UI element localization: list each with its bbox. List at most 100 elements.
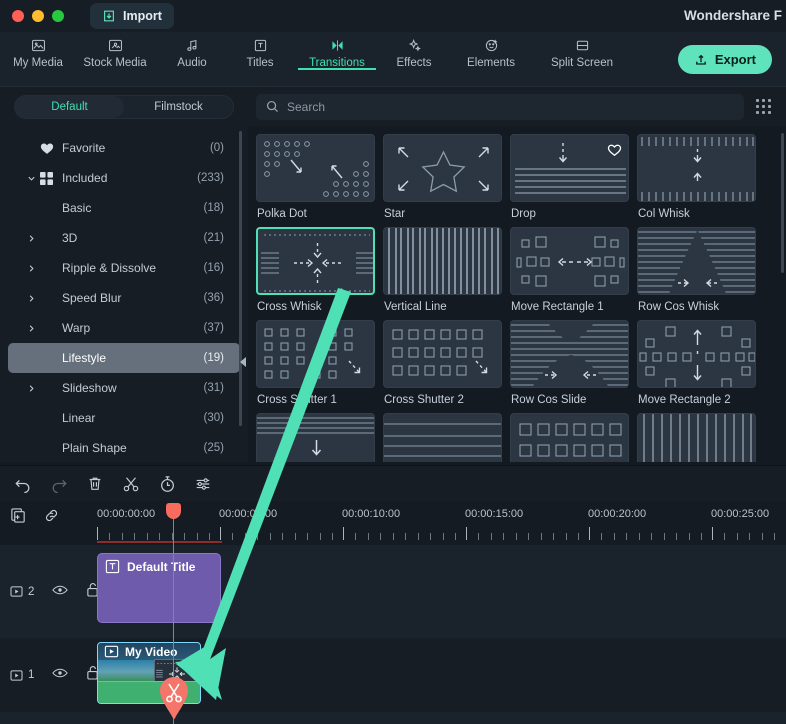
sidebar-item-basic[interactable]: Basic (18) <box>8 193 240 223</box>
transition-thumbnail[interactable] <box>510 413 629 462</box>
sidebar-item-favorite[interactable]: Favorite (0) <box>8 133 240 163</box>
grid-view-icon[interactable] <box>748 94 778 120</box>
nav-item-stock-media[interactable]: Stock Media <box>72 32 158 69</box>
nav-item-effects[interactable]: Effects <box>380 32 448 69</box>
ruler-tick <box>380 533 381 540</box>
transition-thumbnail[interactable] <box>256 134 375 202</box>
speed-button[interactable] <box>156 473 178 495</box>
track-visibility-button[interactable] <box>52 583 69 601</box>
transition-thumbnail[interactable] <box>383 134 502 202</box>
nav-item-audio[interactable]: Audio <box>158 32 226 69</box>
sidebar-item-slideshow[interactable]: Slideshow (31) <box>8 373 240 403</box>
transition-tile[interactable]: Move Rectangle 2 <box>637 320 764 406</box>
chevron-right-icon[interactable] <box>22 324 40 333</box>
export-button[interactable]: Export <box>677 45 772 74</box>
transition-thumbnail[interactable] <box>510 134 629 202</box>
delete-button[interactable] <box>84 473 106 495</box>
category-count: (37) <box>203 322 224 334</box>
transition-tile[interactable]: Star <box>383 134 510 220</box>
maximize-window-button[interactable] <box>52 10 64 22</box>
transition-tile[interactable]: Cross Shutter 2 <box>383 320 510 406</box>
transition-thumbnail[interactable] <box>256 227 375 295</box>
col-whisk-pattern-icon <box>641 137 754 201</box>
track-number-label: 2 <box>28 585 35 598</box>
add-track-button[interactable] <box>10 507 27 529</box>
row-down-pattern-icon <box>257 417 374 456</box>
tab-default[interactable]: Default <box>15 96 124 118</box>
transition-thumbnail[interactable] <box>510 320 629 388</box>
transition-tile[interactable]: Col Whisk <box>637 134 764 220</box>
chevron-down-icon[interactable] <box>22 174 40 183</box>
transition-thumbnail[interactable] <box>637 320 756 388</box>
transition-tile[interactable]: Drop <box>510 134 637 220</box>
transition-thumbnail[interactable] <box>383 413 502 462</box>
transition-thumbnail[interactable] <box>637 134 756 202</box>
polka-dot-pattern-icon <box>264 141 369 197</box>
content-scrollbar[interactable] <box>781 133 784 273</box>
transition-tile[interactable]: Vertical Line <box>383 227 510 313</box>
nav-item-split-screen[interactable]: Split Screen <box>534 32 630 69</box>
transition-thumbnail[interactable] <box>637 413 756 462</box>
category-count: (19) <box>203 352 224 364</box>
transition-tile[interactable]: Row Cos Whisk <box>637 227 764 313</box>
sidebar-item-ripple-dissolve[interactable]: Ripple & Dissolve (16) <box>8 253 240 283</box>
timeline-clip-title[interactable]: Default Title <box>97 553 221 623</box>
tab-filmstock[interactable]: Filmstock <box>124 96 233 118</box>
sidebar-item-plain-shape[interactable]: Plain Shape (25) <box>8 433 240 463</box>
transition-tile[interactable] <box>256 413 383 462</box>
transition-thumbnail[interactable] <box>256 320 375 388</box>
sidebar-item-lifestyle[interactable]: Lifestyle (19) <box>8 343 240 373</box>
nav-item-my-media[interactable]: My Media <box>4 32 72 69</box>
sidebar-item-included[interactable]: Included (233) <box>8 163 240 193</box>
import-button[interactable]: Import <box>90 3 174 29</box>
chevron-right-icon[interactable] <box>22 264 40 273</box>
transition-tile[interactable] <box>637 413 764 462</box>
transition-thumbnail[interactable] <box>383 227 502 295</box>
sidebar-item-linear[interactable]: Linear (30) <box>8 403 240 433</box>
squares-grid-pattern-icon <box>519 423 622 457</box>
transition-tile[interactable]: Cross Shutter 1 <box>256 320 383 406</box>
transition-tile[interactable] <box>510 413 637 462</box>
sidebar-item-3d[interactable]: 3D (21) <box>8 223 240 253</box>
transition-thumbnail[interactable] <box>256 413 375 462</box>
chevron-right-icon[interactable] <box>22 234 40 243</box>
collapse-panel-handle[interactable] <box>239 354 248 370</box>
link-media-button[interactable] <box>43 507 60 529</box>
close-window-button[interactable] <box>12 10 24 22</box>
sidebar-item-warp[interactable]: Warp (37) <box>8 313 240 343</box>
redo-icon <box>52 479 67 493</box>
work-area-range-bar[interactable] <box>97 541 222 543</box>
sidebar-item-speed-blur[interactable]: Speed Blur (36) <box>8 283 240 313</box>
transition-tile[interactable]: Polka Dot <box>256 134 383 220</box>
nav-item-transitions[interactable]: Transitions <box>294 32 380 70</box>
playhead-handle[interactable] <box>166 503 181 519</box>
transition-thumbnail[interactable] <box>510 227 629 295</box>
nav-item-titles[interactable]: Titles <box>226 32 294 69</box>
chevron-right-icon[interactable] <box>22 294 40 303</box>
redo-button[interactable] <box>48 473 70 495</box>
transition-thumbnail[interactable] <box>637 227 756 295</box>
timeline-ruler[interactable]: 00:00:00:00 00:00:05:00 00:00:10:00 00:0… <box>92 501 786 545</box>
trash-icon <box>89 477 101 490</box>
nav-item-elements[interactable]: Elements <box>448 32 534 69</box>
minimize-window-button[interactable] <box>32 10 44 22</box>
search-input[interactable]: Search <box>256 93 744 120</box>
transitions-icon <box>331 40 343 51</box>
undo-button[interactable] <box>12 473 34 495</box>
import-label: Import <box>123 9 162 23</box>
transition-tile[interactable] <box>383 413 510 462</box>
split-button[interactable] <box>120 473 142 495</box>
transition-tile-selected[interactable]: Cross Whisk <box>256 227 383 313</box>
transition-tile[interactable]: Row Cos Slide <box>510 320 637 406</box>
vertical-bars-pattern-icon <box>643 414 752 462</box>
transition-tile[interactable]: Move Rectangle 1 <box>510 227 637 313</box>
ruler-tick <box>541 533 542 540</box>
track-visibility-button[interactable] <box>52 666 69 684</box>
favorite-heart-icon[interactable] <box>607 143 622 162</box>
chevron-right-icon[interactable] <box>22 384 40 393</box>
adjust-button[interactable] <box>192 473 214 495</box>
eye-icon <box>52 585 69 594</box>
sidebar-scrollbar[interactable] <box>239 131 242 426</box>
nav-label: Stock Media <box>83 57 147 69</box>
transition-thumbnail[interactable] <box>383 320 502 388</box>
